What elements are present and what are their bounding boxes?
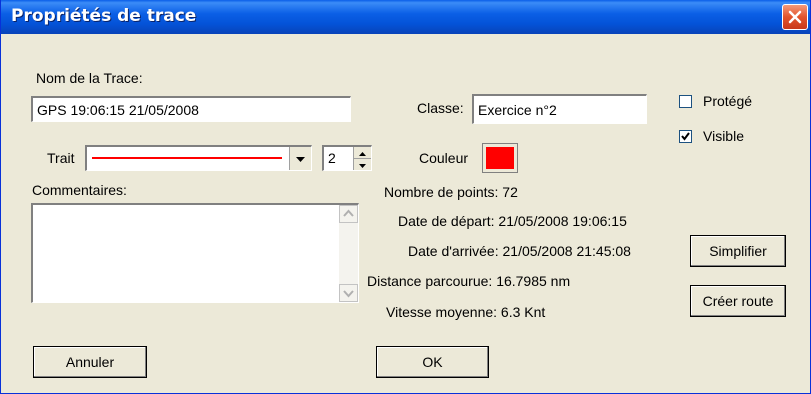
comments-label: Commentaires:: [32, 182, 127, 198]
average-speed-label: Vitesse moyenne:: [386, 304, 498, 320]
line-width-value: 2: [328, 150, 336, 166]
average-speed: Vitesse moyenne: 6.3 Knt: [386, 304, 545, 320]
start-date-value: 21/05/2008 19:06:15: [498, 213, 627, 229]
window-title: Propriétés de trace: [11, 6, 197, 26]
ok-button[interactable]: OK: [376, 346, 489, 378]
track-name-label: Nom de la Trace:: [36, 70, 143, 86]
arrival-date: Date d'arrivée: 21/05/2008 21:45:08: [408, 243, 631, 259]
line-style-dropdown-button[interactable]: [289, 147, 311, 170]
color-label: Couleur: [419, 150, 469, 166]
spin-down-button[interactable]: [353, 159, 371, 170]
color-swatch: [486, 147, 514, 169]
scroll-up-button[interactable]: [339, 205, 358, 223]
protected-label: Protégé: [703, 93, 753, 109]
points-label: Nombre de points:: [384, 184, 499, 200]
distance-label: Distance parcourue:: [367, 273, 493, 289]
line-style-preview: [92, 157, 282, 159]
cancel-button[interactable]: Annuler: [33, 346, 147, 378]
class-input[interactable]: [472, 94, 647, 124]
create-route-button[interactable]: Créer route: [690, 285, 786, 317]
line-style-select[interactable]: [85, 145, 312, 171]
distance-value: 16.7985 nm: [496, 273, 571, 289]
arrival-date-label: Date d'arrivée:: [408, 243, 499, 259]
visible-checkbox[interactable]: [679, 130, 692, 143]
chevron-down-icon: [296, 157, 305, 162]
simplify-button[interactable]: Simplifier: [690, 235, 786, 267]
protected-checkbox[interactable]: [679, 95, 692, 108]
start-date-label: Date de départ:: [398, 213, 495, 229]
arrival-date-value: 21/05/2008 21:45:08: [502, 243, 631, 259]
close-icon: [788, 10, 802, 24]
average-speed-value: 6.3 Knt: [500, 304, 546, 320]
arrow-down-icon: [359, 164, 366, 168]
points-value: 72: [502, 184, 518, 200]
color-button[interactable]: [482, 143, 518, 173]
arrow-down-icon: [343, 290, 354, 298]
track-properties-dialog: Propriétés de trace Nom de la Trace: Tra…: [0, 0, 811, 394]
line-width-spinner[interactable]: 2: [322, 145, 372, 171]
class-label: Classe:: [417, 100, 464, 116]
line-style-label: Trait: [47, 150, 75, 166]
points-count: Nombre de points: 72: [384, 184, 518, 200]
distance: Distance parcourue: 16.7985 nm: [367, 273, 570, 289]
title-bar[interactable]: Propriétés de trace: [1, 0, 810, 34]
start-date: Date de départ: 21/05/2008 19:06:15: [398, 213, 627, 229]
spin-up-button[interactable]: [353, 147, 371, 159]
comments-scrollbar[interactable]: [339, 205, 358, 302]
track-name-input[interactable]: [31, 96, 351, 122]
comments-textarea[interactable]: [31, 203, 359, 303]
arrow-up-icon: [343, 209, 354, 217]
visible-label: Visible: [703, 128, 744, 144]
close-button[interactable]: [782, 4, 808, 30]
scroll-down-button[interactable]: [339, 284, 358, 302]
checkmark-icon: [681, 132, 690, 141]
